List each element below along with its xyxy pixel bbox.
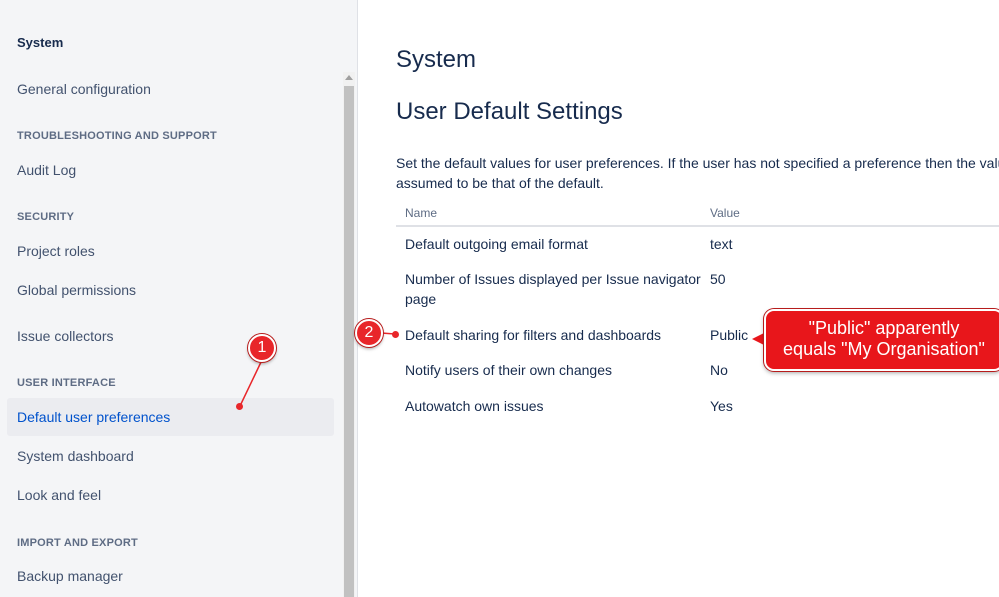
main-content: System User Default Settings Set the def… [359, 0, 999, 597]
row-value-default-sharing: Public [710, 327, 749, 343]
section-title: User Default Settings [396, 98, 623, 125]
sidebar-scrollbar[interactable] [343, 72, 355, 597]
row-name-autowatch: Autowatch own issues [405, 398, 544, 414]
sidebar-item-look-and-feel[interactable]: Look and feel [7, 476, 334, 514]
column-header-name: Name [405, 206, 438, 220]
scrollbar-thumb[interactable] [344, 86, 354, 597]
sidebar-item-issue-collectors[interactable]: Issue collectors [7, 317, 334, 355]
sidebar-nav: System General configuration TROUBLESHOO… [0, 0, 342, 597]
row-value-issues-per-page: 50 [710, 271, 726, 287]
annotation-callout: "Public" apparently equals "My Organisat… [764, 309, 999, 371]
callout-line-1: "Public" apparently [808, 318, 960, 338]
column-header-value: Value [710, 206, 740, 220]
callout-line-2: equals "My Organisation" [783, 339, 985, 359]
sidebar-item-project-roles[interactable]: Project roles [7, 232, 334, 270]
sidebar-section-troubleshooting: TROUBLESHOOTING AND SUPPORT [17, 130, 217, 142]
annotation-marker-1: 1 [248, 334, 276, 362]
row-name-email-format: Default outgoing email format [405, 236, 588, 252]
row-value-email-format: text [710, 236, 733, 252]
sidebar-section-import-export: IMPORT AND EXPORT [17, 537, 138, 549]
header-divider [396, 225, 999, 227]
annotation-marker-2: 2 [355, 319, 383, 347]
scroll-up-arrow-icon[interactable] [343, 72, 355, 84]
settings-description: Set the default values for user preferen… [396, 155, 999, 191]
row-name-issues-per-page: Number of Issues displayed per Issue nav… [405, 271, 701, 307]
sidebar-item-backup-manager[interactable]: Backup manager [7, 557, 334, 595]
page-title: System [396, 46, 477, 73]
annotation-dot-2 [392, 331, 399, 338]
row-value-autowatch: Yes [710, 398, 733, 414]
sidebar-heading: System [17, 35, 64, 50]
annotation-dot-1 [236, 403, 243, 410]
sidebar-item-global-permissions[interactable]: Global permissions [7, 271, 334, 309]
sidebar-item-general-configuration[interactable]: General configuration [7, 70, 334, 108]
row-value-notify-own-changes: No [710, 362, 728, 378]
sidebar-item-default-user-preferences[interactable]: Default user preferences [7, 398, 334, 436]
row-name-notify-own-changes: Notify users of their own changes [405, 362, 612, 378]
sidebar: System General configuration TROUBLESHOO… [0, 0, 358, 597]
sidebar-section-user-interface: USER INTERFACE [17, 377, 116, 389]
sidebar-section-security: SECURITY [17, 211, 75, 223]
sidebar-item-system-dashboard[interactable]: System dashboard [7, 437, 334, 475]
sidebar-item-audit-log[interactable]: Audit Log [7, 151, 334, 189]
row-name-default-sharing: Default sharing for filters and dashboar… [405, 327, 662, 343]
